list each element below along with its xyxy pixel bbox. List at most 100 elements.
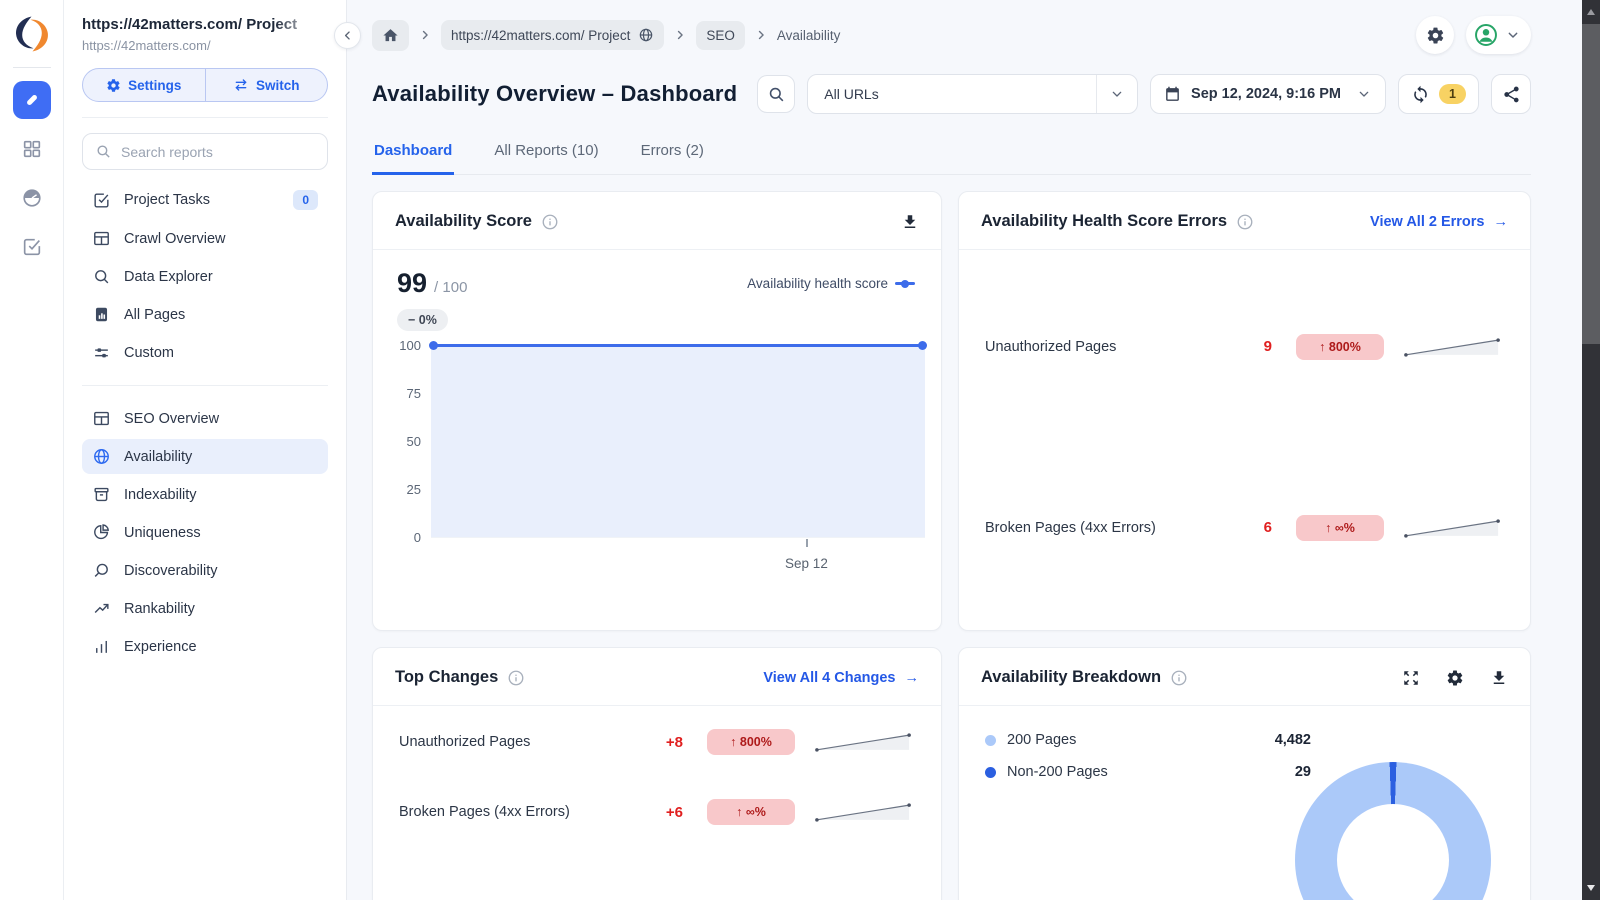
share-icon: [1502, 85, 1521, 104]
change-badge: ↑ ∞%: [1296, 515, 1384, 541]
dashboard-cards: Availability Score 99 / 100 Availability: [372, 191, 1531, 900]
rail-divider: [13, 67, 51, 68]
sidebar-item-experience[interactable]: Experience: [82, 629, 328, 664]
search-icon: [92, 267, 111, 286]
rail-gauge-button[interactable]: [13, 179, 51, 217]
settings-button[interactable]: Settings: [83, 69, 205, 101]
info-icon[interactable]: [507, 669, 525, 687]
download-icon[interactable]: [901, 213, 919, 231]
collapse-sidebar-button[interactable]: [334, 22, 361, 49]
switch-arrows-icon: [233, 77, 249, 93]
sidebar-item-custom[interactable]: Custom: [82, 335, 328, 370]
tab-all-reports[interactable]: All Reports (10): [492, 134, 600, 174]
tab-dashboard[interactable]: Dashboard: [372, 134, 454, 175]
sparkline-chart: [1402, 333, 1504, 361]
view-all-errors-link[interactable]: View All 2 Errors →: [1370, 214, 1508, 230]
error-count: 6: [1230, 519, 1272, 536]
app-window: https://42matters.com/ Project https://4…: [0, 0, 1600, 900]
sidebar-item-discoverability[interactable]: Discoverability: [82, 553, 328, 588]
expand-icon[interactable]: [1402, 669, 1420, 687]
chevron-down-icon: [1356, 86, 1372, 102]
card-title: Availability Score: [395, 212, 532, 231]
scrollbar-thumb[interactable]: [1582, 24, 1600, 344]
change-row[interactable]: Unauthorized Pages +8 ↑ 800%: [373, 728, 941, 756]
card-title: Top Changes: [395, 668, 498, 687]
project-url: https://42matters.com/: [82, 38, 328, 53]
project-tasks-badge: 0: [293, 190, 318, 210]
change-badge: ↑ 800%: [1296, 334, 1384, 360]
sparkline-chart: [813, 798, 915, 826]
rail-tasks-button[interactable]: [13, 228, 51, 266]
sidebar-menu-primary: Project Tasks 0 Crawl Overview Data Expl…: [82, 182, 328, 370]
sidebar-item-seo-overview[interactable]: SEO Overview: [82, 401, 328, 436]
breadcrumb-project[interactable]: https://42matters.com/ Project: [441, 20, 664, 50]
chart-line: [431, 344, 925, 347]
breakdown-legend: 200 Pages 4,482 Non-200 Pages 29: [959, 706, 1311, 780]
date-picker-button[interactable]: Sep 12, 2024, 9:16 PM: [1150, 74, 1386, 114]
sidebar-item-availability[interactable]: Availability: [82, 439, 328, 474]
sidebar-item-crawl-overview[interactable]: Crawl Overview: [82, 221, 328, 256]
tab-errors[interactable]: Errors (2): [639, 134, 706, 174]
refresh-count-badge: 1: [1439, 84, 1466, 104]
card-header: Availability Score: [373, 192, 941, 250]
scroll-down-arrow[interactable]: [1587, 885, 1595, 891]
gear-icon: [106, 78, 121, 93]
breadcrumb-home[interactable]: [372, 20, 409, 51]
table-icon: [92, 409, 111, 428]
sidebar-item-project-tasks[interactable]: Project Tasks 0: [82, 182, 328, 218]
card-title: Availability Breakdown: [981, 668, 1161, 687]
top-actions: [1416, 16, 1531, 54]
error-row[interactable]: Unauthorized Pages 9 ↑ 800%: [959, 333, 1530, 361]
search-reports-input[interactable]: [121, 144, 315, 160]
sidebar-item-all-pages[interactable]: All Pages: [82, 297, 328, 332]
date-value: Sep 12, 2024, 9:16 PM: [1191, 86, 1341, 102]
refresh-button[interactable]: 1: [1398, 74, 1479, 114]
download-icon[interactable]: [1490, 669, 1508, 687]
sidebar-item-uniqueness[interactable]: Uniqueness: [82, 515, 328, 550]
x-axis-tick: [806, 539, 808, 547]
page-scrollbar[interactable]: [1582, 0, 1600, 900]
sidebar-item-indexability[interactable]: Indexability: [82, 477, 328, 512]
change-row[interactable]: Broken Pages (4xx Errors) +6 ↑ ∞%: [373, 798, 941, 826]
document-chart-icon: [92, 305, 111, 324]
breadcrumb-bar: https://42matters.com/ Project SEO Avail…: [347, 0, 1582, 70]
apps-grid-icon: [21, 138, 43, 160]
card-title: Availability Health Score Errors: [981, 212, 1227, 231]
seobility-logo: [12, 14, 52, 54]
legend-item-200[interactable]: 200 Pages 4,482: [985, 732, 1311, 748]
search-icon: [92, 561, 111, 580]
gear-icon[interactable]: [1446, 669, 1464, 687]
chevron-right-icon: [673, 28, 687, 42]
scroll-up-arrow[interactable]: [1587, 9, 1595, 15]
info-icon[interactable]: [541, 213, 559, 231]
share-button[interactable]: [1491, 74, 1531, 114]
view-all-changes-link[interactable]: View All 4 Changes →: [763, 670, 919, 686]
tasks-icon: [21, 236, 43, 258]
project-link-icon: [21, 89, 43, 111]
legend-label: Availability health score: [747, 276, 888, 291]
x-axis-label: Sep 12: [785, 556, 828, 571]
error-rows: Unauthorized Pages 9 ↑ 800% Broken Pages…: [959, 250, 1530, 624]
sidebar-item-data-explorer[interactable]: Data Explorer: [82, 259, 328, 294]
rail-apps-button[interactable]: [13, 130, 51, 168]
gear-icon: [1426, 26, 1445, 45]
page-search-button[interactable]: [757, 75, 795, 113]
chevron-left-icon: [340, 28, 355, 43]
sidebar-item-rankability[interactable]: Rankability: [82, 591, 328, 626]
rail-project-button[interactable]: [13, 81, 51, 119]
error-row[interactable]: Broken Pages (4xx Errors) 6 ↑ ∞%: [959, 514, 1530, 542]
url-filter-select[interactable]: All URLs: [807, 74, 1138, 114]
chevron-down-icon: [1097, 86, 1137, 102]
legend-item-non-200[interactable]: Non-200 Pages 29: [985, 764, 1311, 780]
search-icon: [767, 85, 786, 104]
sidebar-menu-seo: SEO Overview Availability Indexability U…: [82, 401, 328, 664]
breadcrumb-seo[interactable]: SEO: [696, 21, 745, 50]
info-icon[interactable]: [1170, 669, 1188, 687]
title-row: Availability Overview – Dashboard All UR…: [347, 70, 1582, 114]
switch-project-button[interactable]: Switch: [205, 69, 328, 101]
chart-legend: Availability health score: [747, 270, 915, 291]
info-icon[interactable]: [1236, 213, 1254, 231]
search-icon: [95, 143, 112, 160]
account-menu-button[interactable]: [1466, 16, 1531, 54]
settings-button-top[interactable]: [1416, 16, 1454, 54]
